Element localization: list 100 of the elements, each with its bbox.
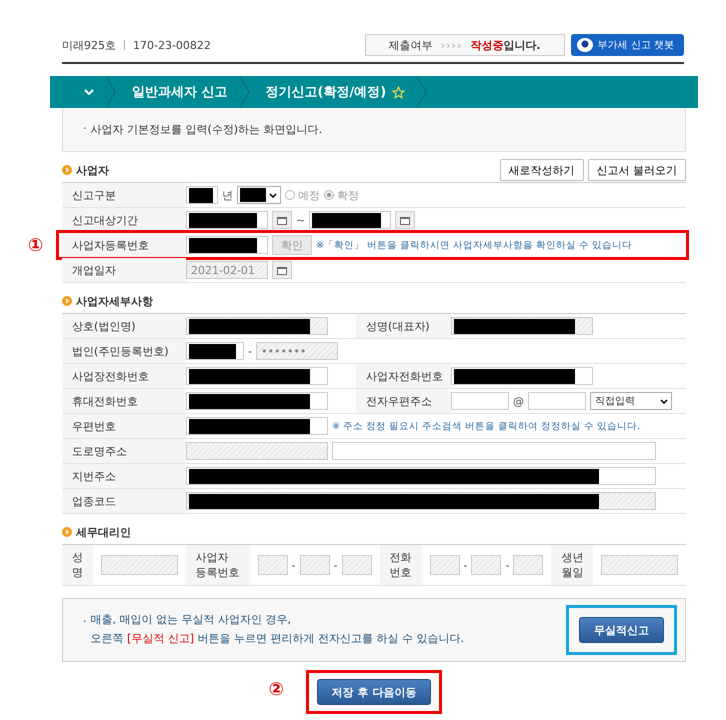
- notice-text: 매출, 매입이 없는 무실적 사업자인 경우, 오른쪽 [무실적 신고] 버튼을 누르면 편리하게 전자신고를 하실 수 있습니다.: [90, 612, 466, 647]
- chatbot-icon: [576, 38, 593, 52]
- input-field[interactable]: [309, 211, 392, 229]
- breadcrumb-separator-icon: [240, 76, 250, 108]
- input-field[interactable]: [101, 555, 178, 575]
- input-field[interactable]: [186, 467, 656, 485]
- input-field[interactable]: [186, 367, 328, 385]
- section-icon: [62, 296, 72, 306]
- status-arrows: ››››: [440, 38, 462, 52]
- input-field[interactable]: [601, 555, 678, 575]
- star-icon[interactable]: [392, 86, 406, 98]
- row-label: 지번주소: [62, 464, 186, 488]
- row-label: 법인(주민등록번호): [62, 339, 186, 363]
- input-field[interactable]: [451, 392, 509, 410]
- section-icon: [62, 165, 72, 175]
- input-field[interactable]: [471, 555, 502, 575]
- step-number: ①: [28, 235, 44, 256]
- section-title: 사업자세부사항: [76, 294, 153, 308]
- row-label: 성 명: [62, 545, 93, 585]
- row-label: 신고대상기간: [62, 208, 186, 232]
- row-label: 전자우편주소: [356, 389, 451, 413]
- hint-text: ※「확인」 버튼을 클릭하시면 사업자세부사항을 확인하실 수 있습니다: [316, 238, 632, 252]
- redaction-bar: [312, 213, 381, 228]
- row-label: 업종코드: [62, 489, 186, 513]
- input-field[interactable]: [342, 555, 372, 575]
- row-label: 사업장전화번호: [62, 364, 186, 388]
- breadcrumb-separator-icon: [106, 76, 116, 108]
- calendar-button[interactable]: [272, 261, 292, 279]
- input-field[interactable]: [332, 442, 656, 460]
- save-next-button[interactable]: 저장 후 다음이동: [316, 679, 432, 705]
- company-name: 미래925호: [62, 38, 116, 52]
- input-field[interactable]: [300, 555, 330, 575]
- row-label: 상호(법인명): [62, 314, 186, 338]
- row-label: 성명(대표자): [356, 314, 451, 338]
- section-icon: [62, 527, 72, 537]
- redaction-bar: [240, 188, 266, 202]
- calendar-icon: [277, 216, 287, 224]
- hint-text: ※ 주소 정정 필요시 주소검색 버튼을 클릭하여 정정하실 수 있습니다.: [332, 420, 640, 432]
- separator-text: -: [248, 344, 252, 358]
- chevron-down-icon[interactable]: [84, 89, 94, 95]
- row-label: 도로명주소: [62, 439, 186, 463]
- input-field[interactable]: [451, 367, 593, 385]
- radio-button[interactable]: [324, 190, 334, 200]
- input-field[interactable]: [430, 555, 460, 575]
- section-title: 세무대리인: [76, 524, 131, 540]
- separator-text: 년: [222, 188, 233, 202]
- calendar-button[interactable]: [395, 211, 416, 229]
- radio-label: 확정: [337, 188, 359, 202]
- row-label: 사업자등록번호: [62, 233, 186, 257]
- radio-label: 예정: [298, 188, 320, 202]
- action-button[interactable]: 신고서 불러오기: [588, 159, 686, 181]
- breadcrumb-separator-icon: [417, 76, 428, 108]
- chatbot-button[interactable]: 부가세 신고 챗봇: [570, 34, 684, 56]
- input-field[interactable]: [258, 555, 288, 575]
- separator-text: -: [334, 558, 338, 572]
- separator-text: ~: [296, 214, 306, 226]
- calendar-icon: [400, 216, 410, 224]
- no-sales-report-button[interactable]: 무실적신고: [579, 617, 664, 643]
- input-field[interactable]: [186, 236, 268, 254]
- calendar-icon: [277, 266, 287, 274]
- breadcrumb-item[interactable]: 정기신고(확정/예정): [266, 83, 386, 101]
- separator-text: @: [513, 394, 524, 408]
- action-button[interactable]: 새로작성하기: [500, 159, 584, 181]
- redaction-bar: [189, 238, 258, 253]
- info-text: 사업자 기본정보를 입력(수정)하는 화면입니다.: [90, 122, 322, 137]
- redaction-bar: [189, 213, 258, 228]
- bullet-mark: ·: [83, 122, 86, 137]
- input-field[interactable]: [186, 392, 328, 410]
- redaction-bar: [189, 344, 236, 359]
- select-field[interactable]: 직접입력: [590, 392, 672, 410]
- bullet-mark: ·: [83, 614, 86, 628]
- separator-text: -: [464, 558, 468, 572]
- separator-text: -: [292, 558, 296, 572]
- row-label: 개업일자: [62, 258, 186, 282]
- status-label: 제출여부: [388, 38, 433, 52]
- separator-text: -: [505, 558, 510, 572]
- row-label: 사업자전화번호: [356, 364, 451, 388]
- input-field[interactable]: [186, 417, 328, 435]
- select-field[interactable]: [237, 186, 281, 204]
- redaction-bar: [189, 188, 214, 203]
- input-field[interactable]: [513, 555, 544, 575]
- breadcrumb-item[interactable]: 일반과세자 신고: [132, 83, 228, 101]
- row-label: 신고구분: [62, 183, 186, 207]
- input-field[interactable]: [528, 392, 586, 410]
- row-label: 전화 번호: [380, 545, 422, 585]
- input-field[interactable]: [186, 211, 268, 229]
- chevron-down-icon: [660, 399, 668, 404]
- input-field[interactable]: [186, 186, 218, 204]
- radio-button[interactable]: [285, 190, 295, 200]
- calendar-button[interactable]: [272, 211, 292, 229]
- row-label: 휴대전화번호: [62, 389, 186, 413]
- step-number: ②: [268, 679, 284, 700]
- chevron-down-icon: [269, 193, 277, 198]
- business-number: 170-23-00822: [133, 38, 211, 52]
- row-label: 생년 월일: [551, 545, 594, 585]
- section-title: 사업자: [76, 162, 109, 178]
- status-value: 작성중입니다.: [470, 38, 541, 52]
- row-label: 사업자 등록번호: [186, 545, 250, 585]
- input-field[interactable]: [186, 342, 244, 360]
- row-label: 우편번호: [62, 414, 186, 438]
